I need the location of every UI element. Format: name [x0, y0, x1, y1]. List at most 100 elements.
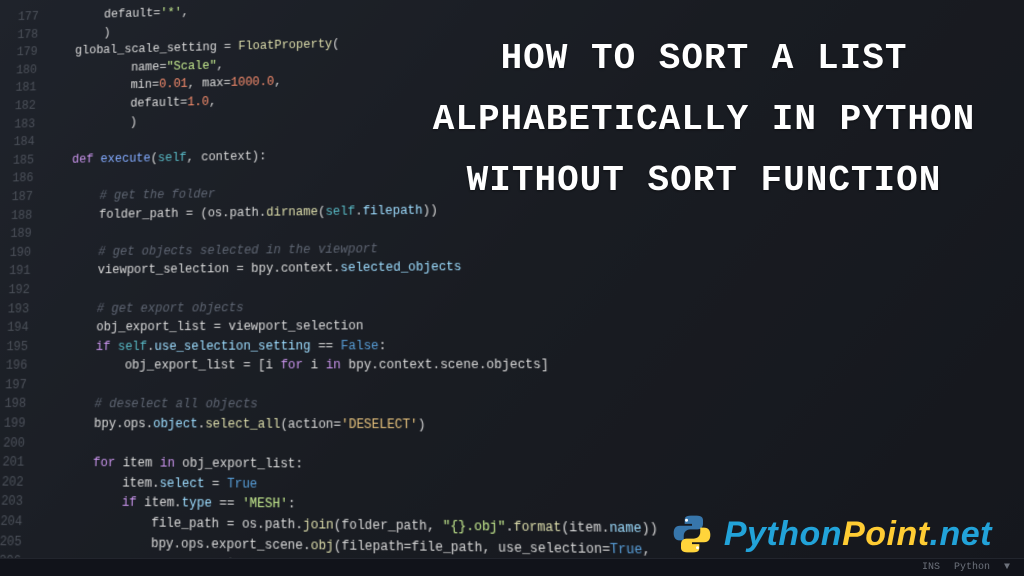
token-self: self: [325, 204, 355, 219]
token-op: :: [379, 338, 387, 353]
code-content: ): [45, 113, 138, 133]
token-bool: True: [227, 476, 257, 491]
brand-python: Python: [724, 515, 842, 553]
token-id: default: [45, 96, 180, 113]
gutter-number: 189: [0, 225, 42, 244]
token-op: ,: [216, 58, 223, 72]
token-fn: obj: [311, 538, 334, 554]
poster-stage: 177 default='*',178 )179 global_scale_se…: [0, 0, 1024, 576]
gutter-number: 192: [0, 281, 40, 300]
gutter-number: 200: [0, 434, 35, 454]
token-id: obj_export_list: [37, 358, 243, 373]
token-op: =: [214, 320, 229, 335]
token-cmt: # get objects selected in the viewport: [41, 242, 378, 260]
code-content: obj_export_list = [i for i in bpy.contex…: [37, 356, 549, 376]
token-op: (: [318, 204, 325, 218]
token-op: ]: [541, 358, 549, 373]
token-id: bpy.ops.: [35, 416, 153, 431]
token-op: = [: [243, 358, 266, 373]
brand-tld: .net: [930, 515, 992, 553]
gutter-number: 203: [0, 492, 33, 512]
status-cursor: ▼: [1004, 562, 1010, 573]
code-content: bpy.ops.object.select_all(action='DESELE…: [35, 414, 425, 435]
token-id: bpy.context.scene.objects: [348, 358, 541, 373]
code-content: # get export objects: [39, 298, 244, 318]
token-id: i: [265, 358, 280, 373]
token-prop: filepath: [363, 203, 423, 218]
code-line: 197: [0, 375, 1024, 396]
gutter-number: 194: [0, 319, 39, 338]
token-op: =: [227, 517, 242, 532]
token-op: =: [236, 262, 251, 276]
code-content: ): [47, 24, 110, 44]
token-str2: 'DESELECT': [341, 417, 418, 432]
brand-wordmark: PythonPoint.net: [724, 515, 992, 554]
token-kw: in: [160, 456, 183, 471]
code-content: # get the folder: [42, 185, 215, 206]
code-content: if self.use_selection_setting == False:: [38, 336, 387, 356]
token-op: ,: [274, 75, 281, 89]
token-kw: for: [34, 455, 123, 470]
token-id: obj_export_list: [182, 456, 295, 472]
token-id: os.path.: [208, 205, 267, 220]
token-op: )): [641, 521, 658, 537]
gutter-number: 202: [0, 473, 34, 493]
token-op: (folder_path,: [334, 518, 443, 535]
gutter-number: 182: [2, 97, 45, 116]
token-op: ==: [311, 339, 341, 354]
token-op: ,: [642, 542, 651, 558]
gutter-number: 186: [0, 169, 44, 188]
token-id: default: [48, 7, 153, 23]
token-id: bpy.context.: [251, 261, 340, 276]
code-line: 196 obj_export_list = [i for i in bpy.co…: [0, 354, 1024, 375]
token-num: 0.01: [159, 77, 188, 91]
token-op: ,: [182, 6, 189, 20]
token-fn: dirname: [266, 204, 318, 219]
code-content: default=1.0,: [45, 93, 216, 115]
token-cmt: # get the folder: [42, 187, 215, 203]
token-str: "{}.obj": [442, 519, 505, 535]
token-def: execute: [100, 151, 150, 166]
code-content: def execute(self, context):: [44, 147, 267, 169]
editor-statusbar: INS Python ▼: [0, 558, 1024, 576]
token-op: =: [204, 476, 227, 491]
gutter-number: 201: [0, 453, 35, 473]
token-id: item: [123, 456, 160, 471]
token-self: self: [118, 339, 148, 354]
token-str: 'MESH': [242, 497, 288, 513]
token-id: viewport_selection: [228, 319, 363, 334]
gutter-number: 177: [6, 8, 49, 27]
token-op: :: [288, 497, 296, 512]
token-fn: select_all: [205, 417, 280, 432]
token-op: (item.: [561, 520, 610, 536]
gutter-number: 184: [1, 133, 45, 152]
token-op: (filepath=file_path, use_selection=: [334, 538, 611, 557]
token-op: = (: [186, 206, 208, 220]
token-id: name: [46, 60, 159, 76]
token-id: bpy.ops.export_scene.: [32, 534, 311, 553]
gutter-number: 187: [0, 188, 43, 207]
token-bool: True: [610, 541, 643, 557]
token-str: "Scale": [166, 59, 216, 74]
code-content: item.select = True: [33, 473, 257, 495]
gutter-number: 179: [4, 43, 47, 62]
token-op: (action=: [280, 417, 341, 432]
token-id: item.: [34, 475, 160, 491]
gutter-number: 188: [0, 206, 42, 225]
token-prop: select: [159, 476, 204, 491]
token-fn: format: [513, 520, 561, 536]
token-id: os.path.: [242, 517, 303, 533]
token-cmt: # deselect all objects: [36, 397, 258, 412]
code-content: # deselect all objects: [36, 395, 258, 415]
gutter-number: 205: [0, 532, 32, 552]
token-id: viewport_selection: [40, 262, 236, 278]
token-op: ,: [188, 77, 203, 91]
token-id: i: [311, 358, 326, 373]
token-num: 1000.0: [231, 75, 274, 90]
gutter-number: 195: [0, 338, 38, 357]
gutter-number: 191: [0, 262, 41, 281]
gutter-number: 198: [0, 395, 37, 414]
token-op: ,: [209, 95, 216, 109]
code-line: 195 if self.use_selection_setting == Fal…: [0, 334, 1024, 357]
token-op: .: [355, 204, 363, 218]
